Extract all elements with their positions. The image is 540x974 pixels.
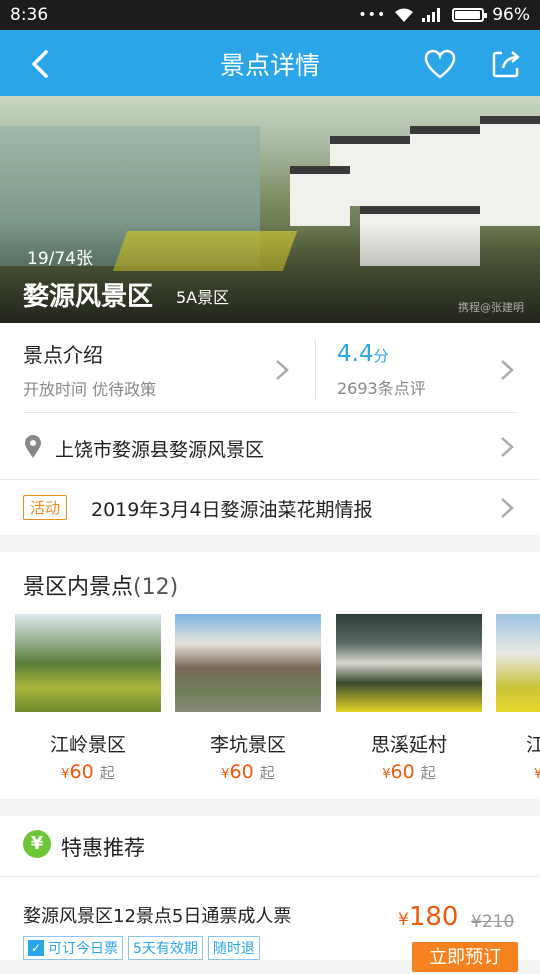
photo-counter: 19/74张 — [27, 249, 93, 269]
spot-card[interactable]: 江 ¥ — [496, 614, 540, 783]
currency: ¥ — [534, 767, 540, 782]
intro-subtitle: 开放时间 优待政策 — [23, 380, 157, 399]
price-value: 180 — [408, 902, 459, 932]
chevron-right-icon[interactable] — [500, 497, 514, 519]
share-icon[interactable] — [486, 44, 526, 84]
deals-section: ¥ 特惠推荐 婺源风景区12景点5日通票成人票 ¥180 ¥210 ✓ 可订今日票… — [0, 816, 540, 972]
intro-title: 景点介绍 — [23, 343, 103, 367]
more-dots-icon: ••• — [358, 7, 387, 23]
divider — [23, 412, 517, 413]
hero-photo[interactable]: 19/74张 婺源风景区 5A景区 携程@张建明 — [0, 96, 540, 323]
divider — [0, 479, 540, 480]
chevron-right-icon[interactable] — [275, 359, 289, 381]
activity-tag: 活动 — [23, 495, 68, 520]
product-name[interactable]: 婺源风景区12景点5日通票成人票 — [23, 902, 291, 928]
spot-photo — [336, 614, 482, 712]
spot-name: 思溪延村 — [370, 734, 447, 756]
wifi-icon — [395, 8, 414, 22]
rating-score[interactable]: 4.4分 — [337, 341, 389, 367]
price-value: 60 — [229, 761, 254, 783]
scenic-level: 5A景区 — [176, 288, 230, 307]
section-title: 景区内景点(12) — [23, 569, 178, 601]
original-price: ¥210 — [471, 912, 515, 932]
spot-price: ¥60 起 — [15, 761, 161, 783]
spot-name: 江岭景区 — [49, 734, 126, 756]
currency: ¥ — [382, 767, 391, 782]
hero-building — [290, 166, 350, 226]
divider — [315, 339, 316, 399]
status-bar: 8:36 ••• 96% — [0, 0, 540, 30]
activity-text[interactable]: 2019年3月4日婺源油菜花期情报 — [91, 495, 373, 522]
app-bar: 景点详情 — [0, 30, 540, 96]
scenic-name: 婺源风景区 — [23, 282, 154, 312]
address-text[interactable]: 上饶市婺源县婺源风景区 — [55, 435, 264, 462]
spot-name: 李坑景区 — [209, 734, 286, 756]
feature-chip: 随时退 — [207, 936, 260, 960]
spot-photo — [15, 614, 161, 712]
check-icon: ✓ — [28, 940, 44, 956]
chevron-right-icon[interactable] — [500, 436, 514, 458]
status-time: 8:36 — [10, 5, 49, 25]
battery-percent: 96% — [492, 5, 530, 25]
spot-card[interactable]: 思溪延村 ¥60 起 — [336, 614, 482, 783]
location-pin-icon — [25, 435, 41, 458]
currency: ¥ — [398, 910, 409, 930]
info-section: 景点介绍 开放时间 优待政策 4.4分 2693条点评 上饶市婺源县婺源风景区 … — [0, 323, 540, 535]
spot-price: ¥60 起 — [175, 761, 321, 783]
rating-unit: 分 — [373, 347, 389, 365]
currency: ¥ — [61, 767, 70, 782]
hero-building — [480, 116, 540, 226]
feature-chips: ✓ 可订今日票 5天有效期 随时退 — [23, 936, 260, 960]
price-suffix: 起 — [259, 764, 275, 782]
price-suffix: 起 — [99, 764, 115, 782]
divider — [0, 876, 540, 877]
chip-label: 随时退 — [212, 941, 255, 957]
battery-icon — [452, 8, 488, 22]
spot-photo — [496, 614, 540, 712]
rating-value: 4.4 — [337, 341, 374, 367]
spot-name: 江 — [526, 734, 540, 756]
feature-chip: ✓ 可订今日票 — [23, 936, 123, 960]
heart-icon[interactable] — [420, 44, 460, 84]
signal-icon — [422, 8, 441, 22]
spot-price: ¥60 起 — [336, 761, 482, 783]
product-price: ¥180 — [398, 902, 458, 932]
inner-spots-section: 景区内景点(12) 江岭景区 ¥60 起 李坑景区 ¥60 起 思溪延村 ¥60… — [0, 552, 540, 799]
photo-watermark: 携程@张建明 — [458, 301, 524, 314]
spots-title: 景区内景点 — [23, 575, 134, 600]
feature-chip: 5天有效期 — [128, 936, 203, 960]
chevron-right-icon[interactable] — [500, 359, 514, 381]
spots-count: (12) — [133, 575, 179, 600]
review-count[interactable]: 2693条点评 — [337, 375, 426, 399]
price-value: 60 — [69, 761, 94, 783]
chip-label: 5天有效期 — [133, 941, 198, 957]
price-value: 60 — [390, 761, 415, 783]
deals-title: 特惠推荐 — [61, 836, 145, 860]
book-button[interactable]: 立即预订 — [412, 942, 518, 972]
chip-label: 可订今日票 — [48, 941, 118, 957]
spot-card[interactable]: 江岭景区 ¥60 起 — [15, 614, 161, 783]
spot-photo — [175, 614, 321, 712]
spot-card[interactable]: 李坑景区 ¥60 起 — [175, 614, 321, 783]
intro-link[interactable]: 景点介绍 开放时间 优待政策 — [23, 339, 156, 400]
currency: ¥ — [221, 767, 230, 782]
yen-icon: ¥ — [23, 830, 51, 858]
price-suffix: 起 — [420, 764, 436, 782]
spot-price: ¥ — [496, 761, 540, 783]
